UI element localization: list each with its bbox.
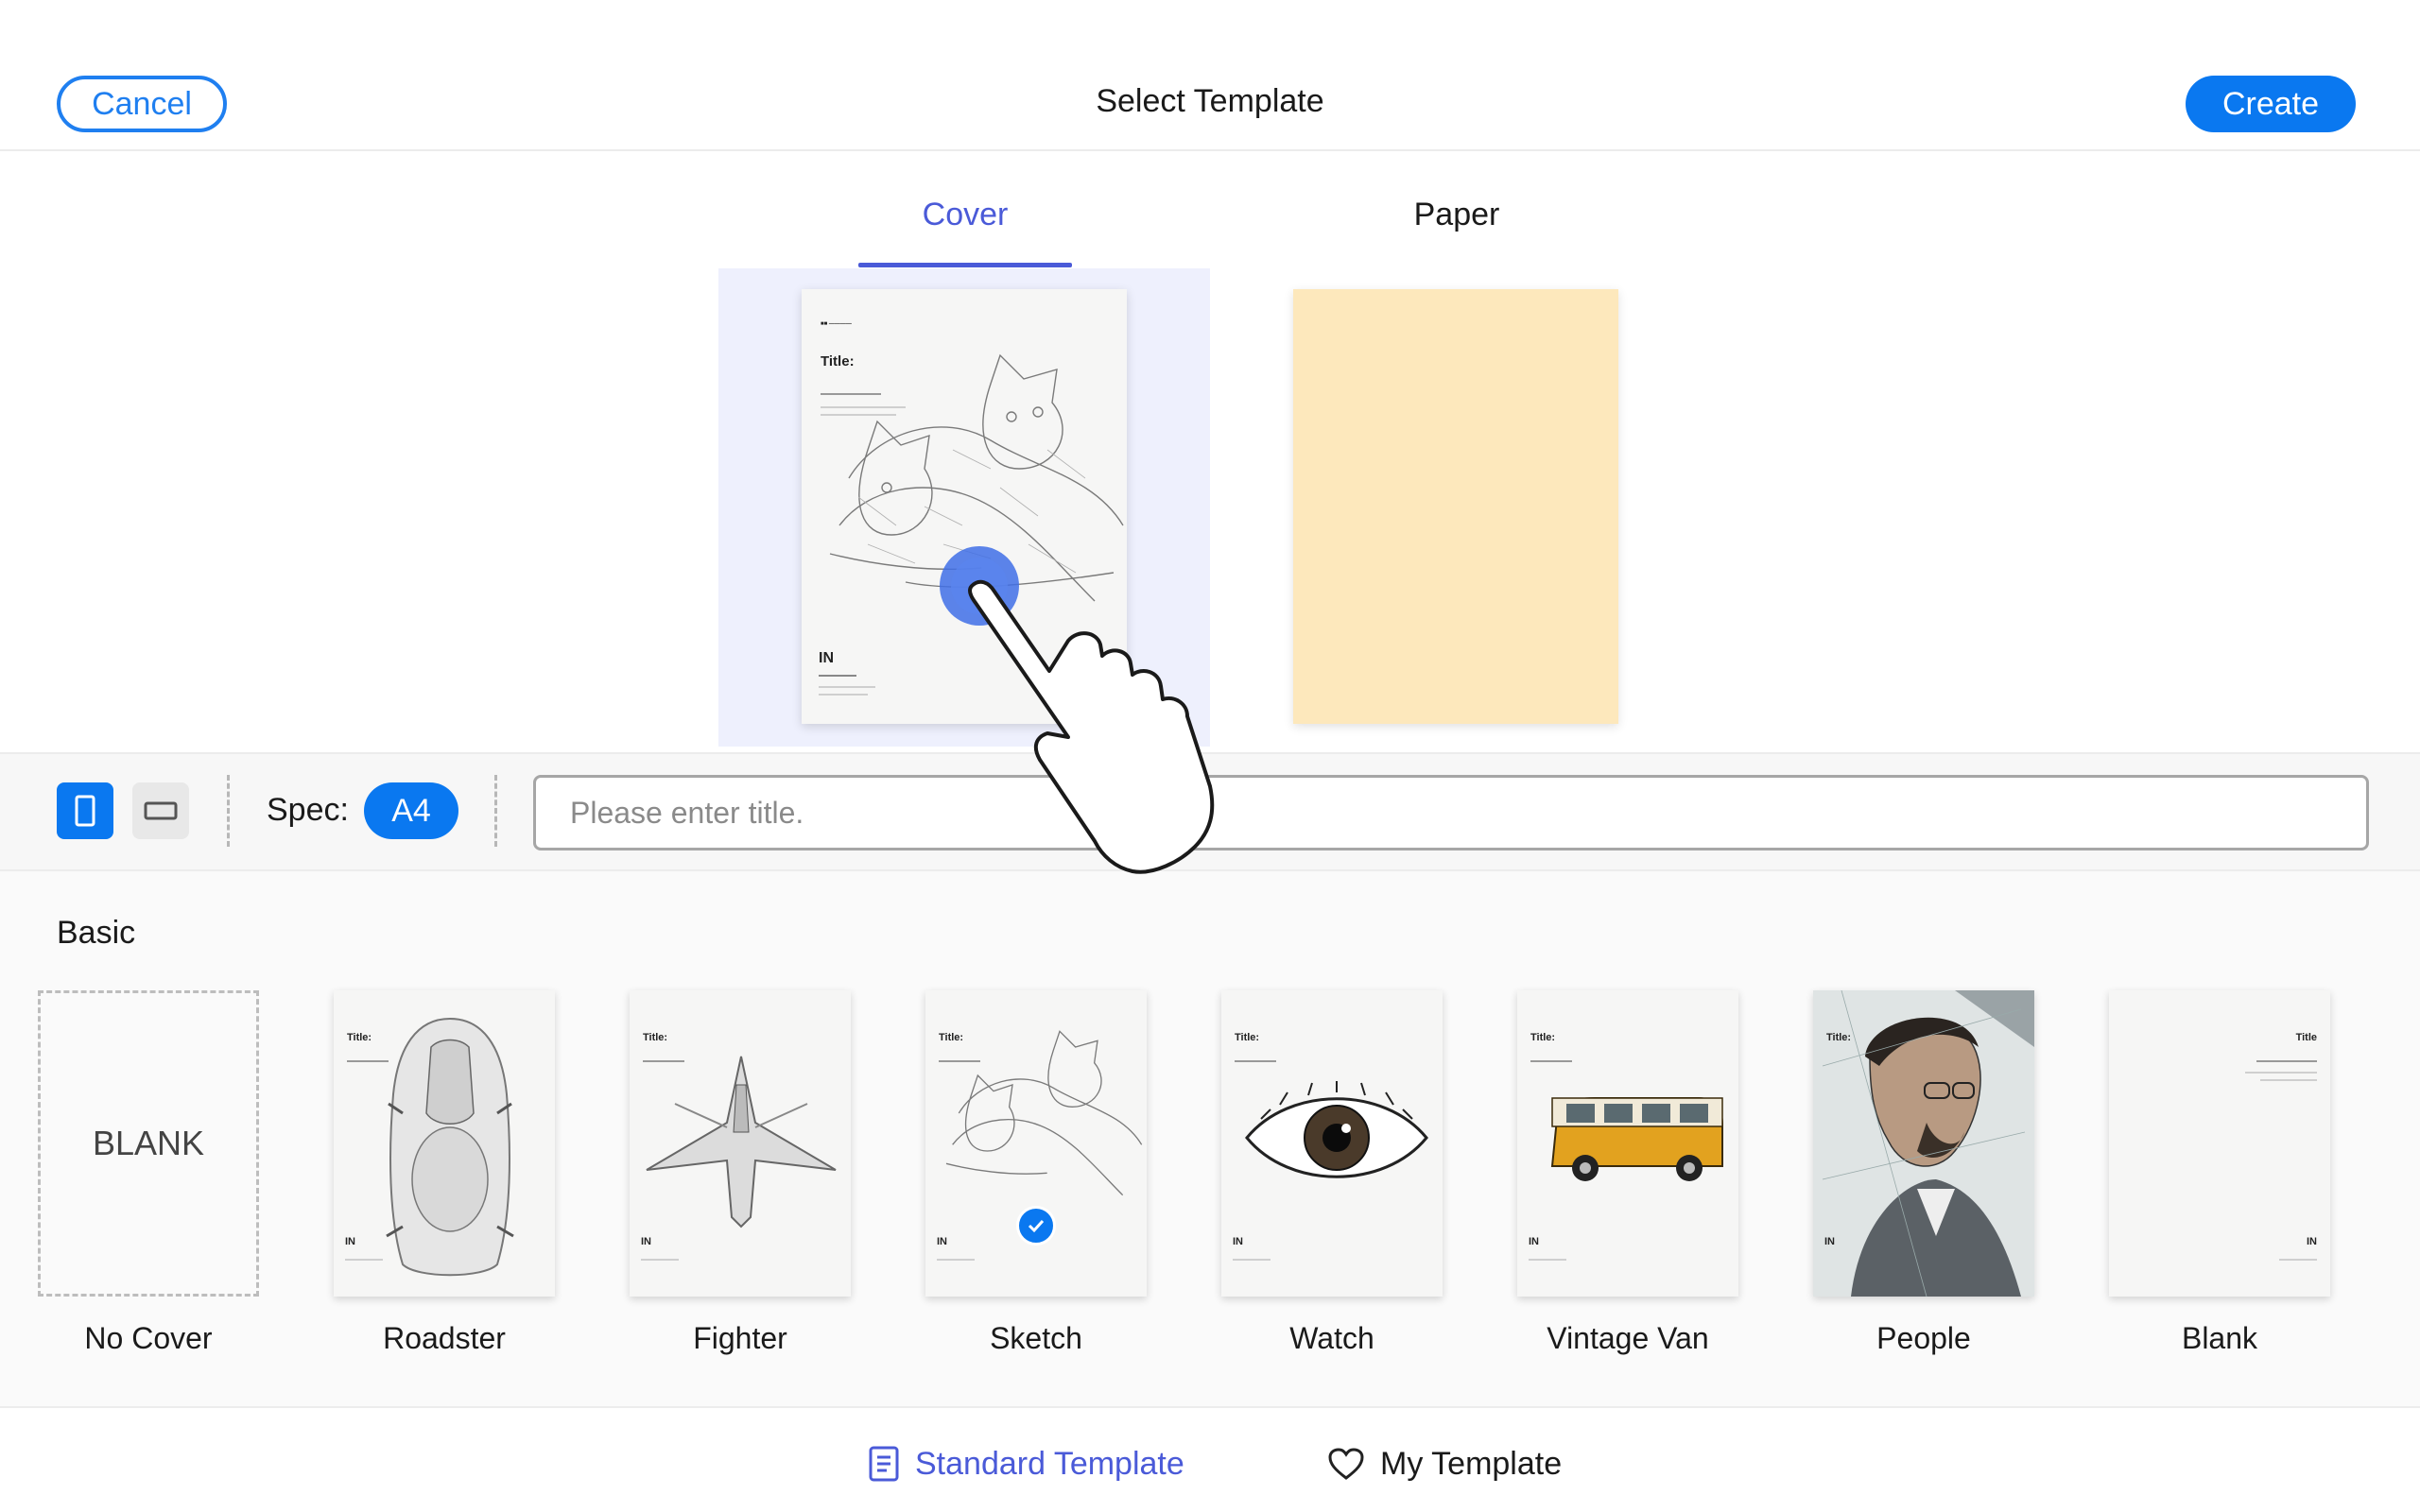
divider bbox=[227, 775, 230, 847]
template-people[interactable]: Title: IN People bbox=[1813, 990, 2034, 1355]
sketch-thumbnail: Title: IN bbox=[925, 990, 1147, 1297]
brand-logo: IN bbox=[641, 1236, 651, 1247]
brand-logo: IN bbox=[1529, 1236, 1539, 1247]
tab-paper[interactable]: Paper bbox=[1350, 197, 1564, 263]
landscape-icon bbox=[144, 801, 178, 820]
template-fighter[interactable]: Title: IN Fighter bbox=[630, 990, 851, 1355]
brand-logo: IN bbox=[937, 1236, 947, 1247]
portrait-orientation-button[interactable] bbox=[57, 782, 113, 839]
selected-check-badge bbox=[1016, 1206, 1056, 1246]
thumb-text-line bbox=[641, 1259, 679, 1261]
blank-cover-thumbnail: BLANK bbox=[38, 990, 259, 1297]
page-title: Select Template bbox=[1096, 83, 1324, 119]
template-roadster[interactable]: Title: IN Roadster bbox=[334, 990, 555, 1355]
tab-standard-label: Standard Template bbox=[915, 1445, 1184, 1482]
thumb-title-mark: Title: bbox=[643, 1032, 668, 1043]
template-label: Watch bbox=[1289, 1321, 1374, 1355]
thumb-text-line bbox=[2260, 1079, 2317, 1081]
thumb-title-mark: Title bbox=[2295, 1032, 2317, 1043]
create-button[interactable]: Create bbox=[2186, 76, 2356, 132]
thumb-title-mark: Title: bbox=[1235, 1032, 1260, 1043]
heart-icon bbox=[1328, 1448, 1364, 1480]
select-template-screen: Cancel Select Template Create Cover Pape… bbox=[0, 0, 2420, 1512]
fighter-thumbnail: Title: IN bbox=[630, 990, 851, 1297]
brand-logo: IN bbox=[1233, 1236, 1243, 1247]
cover-brand-logo: IN bbox=[819, 650, 834, 666]
template-blank[interactable]: Title IN Blank bbox=[2109, 990, 2330, 1355]
cover-preview-text-line bbox=[819, 694, 868, 696]
section-label-basic: Basic bbox=[57, 915, 136, 951]
thumb-title-line bbox=[2256, 1060, 2317, 1062]
thumb-text-line bbox=[937, 1259, 975, 1261]
tab-standard-template[interactable]: Standard Template bbox=[868, 1440, 1184, 1487]
tab-my-template[interactable]: My Template bbox=[1327, 1440, 1562, 1487]
blank-thumbnail: Title IN bbox=[2109, 990, 2330, 1297]
paper-preview-card[interactable] bbox=[1293, 289, 1618, 724]
options-toolbar: Spec: A4 bbox=[0, 752, 2420, 871]
brand-logo: IN bbox=[345, 1236, 355, 1247]
basic-templates-section: Basic BLANK No Cover Title: IN Roadster bbox=[0, 871, 2420, 1406]
cover-preview-header-mark: ■■ ———— bbox=[821, 321, 852, 327]
spec-label: Spec: bbox=[267, 792, 349, 828]
thumb-text-line bbox=[2279, 1259, 2317, 1261]
template-vintage-van[interactable]: Title: IN Vintage Van bbox=[1517, 990, 1738, 1355]
tab-my-label: My Template bbox=[1380, 1445, 1563, 1482]
tab-cover[interactable]: Cover bbox=[858, 197, 1072, 263]
template-sketch[interactable]: Title: IN Sketch bbox=[925, 990, 1147, 1355]
thumb-text-line bbox=[1233, 1259, 1270, 1261]
template-label: Sketch bbox=[990, 1321, 1082, 1355]
portrait-icon bbox=[75, 795, 95, 827]
brand-logo: IN bbox=[2307, 1236, 2317, 1247]
template-label: No Cover bbox=[84, 1321, 213, 1355]
thumb-text-line bbox=[345, 1259, 383, 1261]
thumb-title-mark: Title: bbox=[1530, 1032, 1556, 1043]
document-icon bbox=[869, 1446, 899, 1482]
vintage-van-thumbnail: Title: IN bbox=[1517, 990, 1738, 1297]
thumb-text-line bbox=[1529, 1259, 1566, 1261]
cat-sketch-image bbox=[945, 1030, 1143, 1196]
cover-preview-text-line bbox=[819, 675, 856, 677]
van-image bbox=[1550, 1097, 1723, 1181]
thumb-title-line bbox=[1235, 1060, 1276, 1062]
check-icon bbox=[1028, 1219, 1045, 1233]
cover-preview-card[interactable]: ■■ ———— Title: IN bbox=[802, 289, 1127, 724]
spec-size-button[interactable]: A4 bbox=[364, 782, 458, 839]
template-label: Fighter bbox=[693, 1321, 787, 1355]
bottom-tab-bar: Standard Template My Template bbox=[0, 1406, 2420, 1512]
people-thumbnail: Title: IN bbox=[1813, 990, 2034, 1297]
thumb-text-line bbox=[2245, 1072, 2317, 1074]
roadster-car-image bbox=[386, 1017, 514, 1277]
template-label: People bbox=[1876, 1321, 1971, 1355]
template-label: Blank bbox=[2181, 1321, 2258, 1355]
roadster-thumbnail: Title: IN bbox=[334, 990, 555, 1297]
template-no-cover[interactable]: BLANK No Cover bbox=[38, 990, 259, 1355]
fighter-jet-image bbox=[646, 1056, 837, 1228]
divider bbox=[494, 775, 497, 847]
cover-preview-text-line bbox=[819, 686, 875, 688]
watch-thumbnail: Title: IN bbox=[1221, 990, 1443, 1297]
cat-sketch-image bbox=[829, 353, 1124, 602]
template-watch[interactable]: Title: IN Watch bbox=[1221, 990, 1443, 1355]
thumb-title-line bbox=[1530, 1060, 1572, 1062]
tab-active-indicator bbox=[858, 263, 1072, 267]
landscape-orientation-button[interactable] bbox=[132, 782, 189, 839]
template-label: Roadster bbox=[383, 1321, 506, 1355]
eye-image bbox=[1245, 1081, 1428, 1178]
brand-logo: IN bbox=[1824, 1236, 1835, 1247]
title-input[interactable] bbox=[533, 775, 2369, 850]
thumb-title-mark: Title: bbox=[1826, 1032, 1852, 1043]
template-label: Vintage Van bbox=[1547, 1321, 1709, 1355]
thumb-title-mark: Title: bbox=[347, 1032, 372, 1043]
header: Cancel Select Template Create bbox=[0, 0, 2420, 151]
